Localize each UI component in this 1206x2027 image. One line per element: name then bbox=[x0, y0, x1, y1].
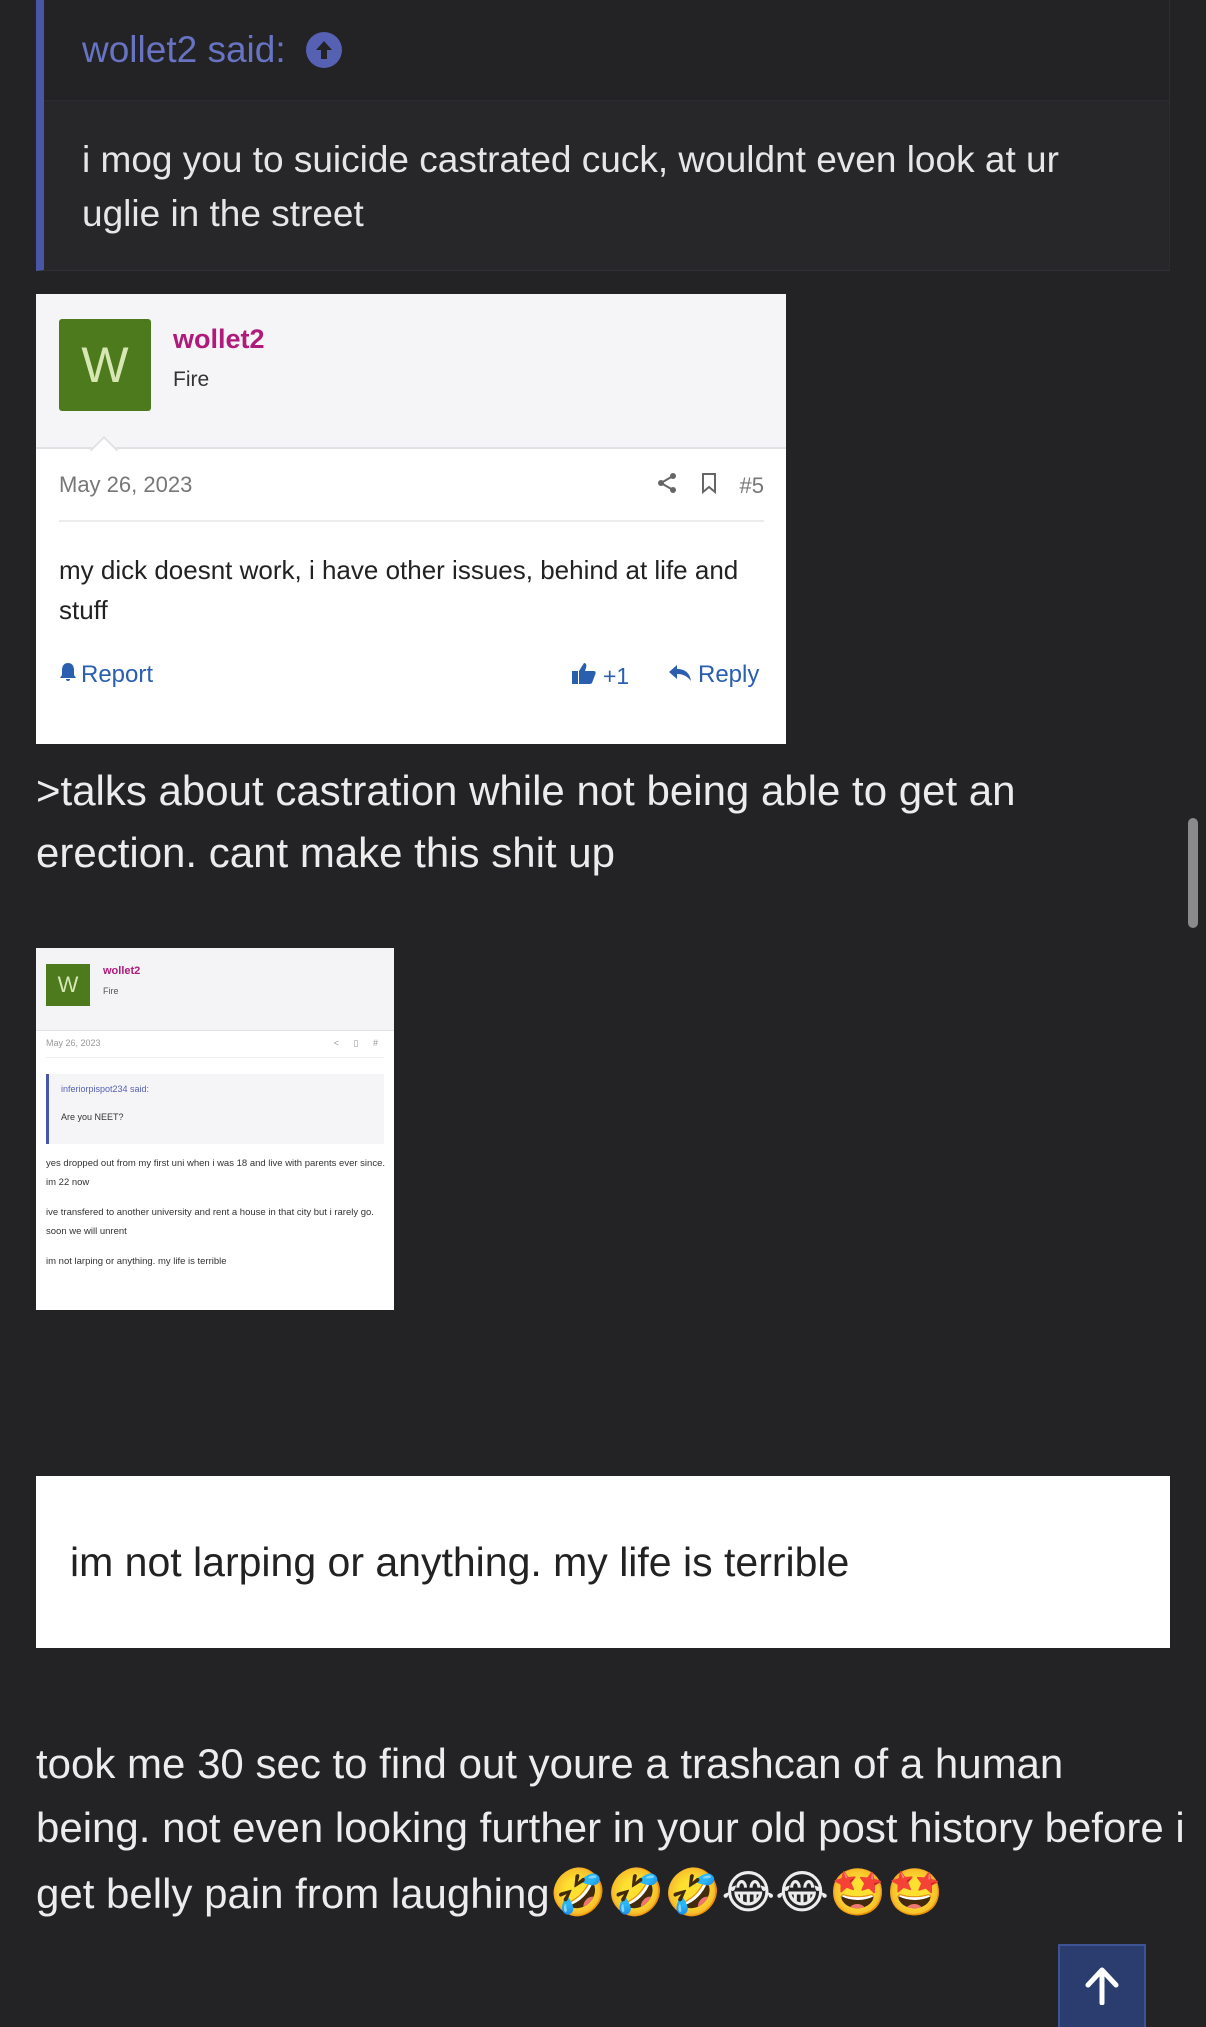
post-text-2: took me 30 sec to find out youre a trash… bbox=[36, 1732, 1186, 1926]
post-meta-icons: #5 bbox=[656, 472, 764, 500]
post-body: my dick doesnt work, i have other issues… bbox=[59, 555, 739, 625]
thumbs-up-icon bbox=[571, 661, 597, 691]
small-paragraph: ive transfered to another university and… bbox=[46, 1207, 374, 1237]
reply-arrow-icon bbox=[668, 661, 692, 689]
arrow-up-icon bbox=[1084, 1967, 1120, 2010]
user-title: Fire bbox=[173, 368, 210, 391]
quote-block: wollet2 said: i mog you to suicide castr… bbox=[36, 0, 1170, 271]
small-quote: inferiorpispot234 said: Are you NEET? bbox=[46, 1074, 384, 1144]
small-post-date: May 26, 2023 bbox=[46, 1038, 101, 1048]
post-user-header: W wollet2 Fire bbox=[36, 294, 786, 465]
post-meta: May 26, 2023 #5 bbox=[59, 472, 764, 522]
like-count: +1 bbox=[571, 661, 629, 691]
scroll-to-top-button[interactable] bbox=[1058, 1944, 1146, 2027]
post-number: #5 bbox=[739, 473, 764, 498]
small-meta-icons: < ▯ # bbox=[333, 1038, 384, 1048]
username: wollet2 bbox=[173, 324, 265, 354]
small-paragraph: im not larping or anything. my life is t… bbox=[46, 1256, 227, 1267]
laughing-emojis: 🤣🤣🤣😂😂🤩🤩 bbox=[549, 1866, 944, 1918]
small-post-body: yes dropped out from my first uni when i… bbox=[46, 1154, 386, 1282]
avatar: W bbox=[59, 319, 151, 411]
quote-header[interactable]: wollet2 said: bbox=[44, 0, 1169, 101]
reply-link: Reply bbox=[668, 661, 759, 689]
report-label: Report bbox=[81, 661, 154, 688]
small-user-header: W wollet2 Fire bbox=[36, 948, 394, 1031]
arrow-up-circle-icon[interactable] bbox=[305, 32, 342, 68]
post-text-1: >talks about castration while not being … bbox=[36, 767, 1016, 876]
quote-text: i mog you to suicide castrated cuck, wou… bbox=[82, 139, 1059, 234]
embedded-screenshot-post: W wollet2 Fire May 26, 2023 #5 my dick d… bbox=[36, 294, 786, 744]
quote-author[interactable]: wollet2 said: bbox=[82, 29, 286, 71]
embedded-screenshot-small: W wollet2 Fire May 26, 2023 < ▯ # inferi… bbox=[36, 948, 394, 1310]
embedded-screenshot-quote: im not larping or anything. my life is t… bbox=[36, 1476, 1170, 1648]
post-date: May 26, 2023 bbox=[59, 472, 193, 497]
like-number: +1 bbox=[603, 662, 630, 689]
small-avatar: W bbox=[46, 964, 90, 1006]
header-notch bbox=[89, 435, 119, 465]
small-user-title: Fire bbox=[103, 986, 119, 996]
report-link: Report bbox=[59, 661, 153, 689]
small-post-meta: May 26, 2023 < ▯ # bbox=[46, 1038, 384, 1058]
small-paragraph: yes dropped out from my first uni when i… bbox=[46, 1158, 385, 1188]
bookmark-icon bbox=[700, 472, 718, 500]
screenshot-text: im not larping or anything. my life is t… bbox=[70, 1538, 850, 1585]
small-quote-text: Are you NEET? bbox=[61, 1112, 124, 1122]
scrollbar-thumb[interactable] bbox=[1188, 818, 1198, 928]
small-quote-author: inferiorpispot234 said: bbox=[61, 1084, 150, 1094]
share-icon bbox=[656, 472, 678, 500]
small-username: wollet2 bbox=[103, 965, 141, 977]
bell-icon bbox=[59, 661, 77, 689]
reply-label: Reply bbox=[698, 661, 760, 688]
